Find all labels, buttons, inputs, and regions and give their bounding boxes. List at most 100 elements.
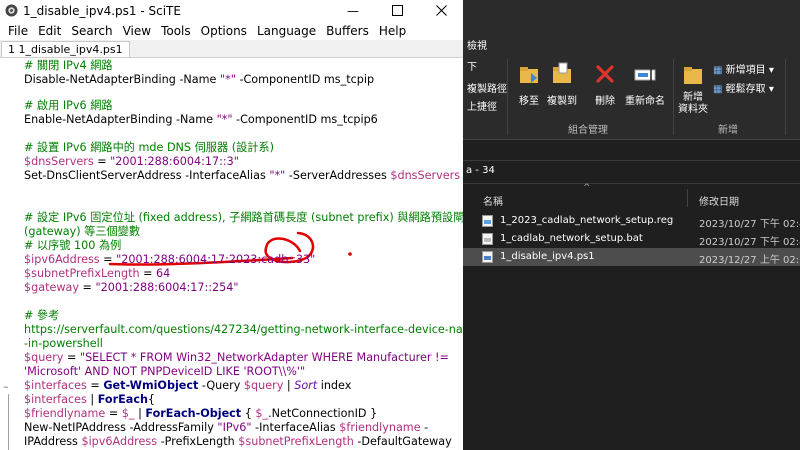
code-line: # 關閉 IPv4 網路 [24, 59, 113, 73]
fold-guide [8, 394, 9, 450]
code-token: = [93, 155, 111, 168]
fold-marker-icon[interactable]: – [3, 380, 13, 393]
code-token: -Query [198, 379, 244, 392]
menu-search[interactable]: Search [66, 24, 117, 38]
new-item-button[interactable]: ▦ 新增項目 ▾ [713, 61, 774, 76]
rename-icon [634, 67, 656, 83]
ribbon-separator [507, 59, 508, 135]
file-row[interactable]: 1_disable_ipv4.ps1 2023/12/27 上午 02:1 [463, 248, 800, 266]
easy-access-icon: ▦ [713, 84, 723, 95]
column-name[interactable]: 名稱 [483, 193, 503, 208]
code-token: (gateway) 等三個變數 [24, 225, 141, 238]
file-name: 1_disable_ipv4.ps1 [500, 251, 595, 262]
code-token: "*" [220, 73, 236, 86]
code-token: https://serverfault.com/questions/427234… [24, 323, 463, 336]
code-token: $friendlyname [339, 421, 421, 434]
code-token: -ServerAddresses [285, 169, 391, 182]
column-modified[interactable]: 修改日期 [699, 193, 739, 208]
menu-file[interactable]: File [3, 24, 33, 38]
code-token: -ComponentID ms_tcpip6 [232, 113, 378, 126]
close-icon[interactable] [419, 0, 463, 21]
code-token: = [63, 351, 80, 364]
code-token: # 參考 [24, 309, 60, 322]
code-token: $dnsServers [24, 155, 94, 168]
ribbon-separator [785, 59, 786, 135]
menu-view[interactable]: View [118, 24, 156, 38]
file-explorer-window: 檢視 下 複製路徑 上捷徑 移至 複製到 刪除 重新命名 新增 資料夾 ▦ 新增… [463, 0, 800, 450]
code-token: # 設置 IPv6 網路中的 mde DNS 伺服器 (設計系) [24, 141, 274, 154]
code-token: "SELECT * FROM Win32_NetworkAdapter WHER… [79, 351, 449, 364]
code-token: $subnetPrefixLength [238, 435, 354, 448]
code-token: .NetConnectionID } [268, 407, 378, 420]
delete-icon [596, 65, 614, 83]
buffer-tab-bar: 1 1_disable_ipv4.ps1 [0, 40, 463, 58]
code-token: $ipv6Address [24, 253, 100, 266]
new-item-icon: ▦ [713, 65, 723, 76]
code-token: = [78, 281, 96, 294]
code-line: IPAddress $ipv6Address -PrefixLength $su… [24, 435, 452, 449]
scite-window: 1_disable_ipv4.ps1 - SciTE — File Edit S… [0, 0, 463, 450]
code-token: | [283, 379, 295, 392]
menu-options[interactable]: Options [196, 24, 252, 38]
maximize-icon[interactable] [375, 0, 419, 21]
ribbon-group-new: 新增 [718, 125, 738, 136]
code-line: # 啟用 IPv6 網路 [24, 99, 113, 113]
code-line: New-NetIPAddress -AddressFamily "IPv6" -… [24, 421, 428, 435]
code-token: $dnsServers [390, 169, 461, 182]
ribbon-separator [673, 59, 674, 135]
menu-help[interactable]: Help [374, 24, 411, 38]
code-token: $interfaces [24, 393, 87, 406]
move-to-button[interactable]: 移至 [514, 61, 544, 107]
menu-edit[interactable]: Edit [33, 24, 66, 38]
code-token: IPAddress [24, 435, 82, 448]
code-token: $gateway [24, 281, 79, 294]
code-token: $_ [255, 407, 269, 420]
window-title: 1_disable_ipv4.ps1 - SciTE [23, 3, 181, 18]
easy-access-button[interactable]: ▦ 輕鬆存取 ▾ [713, 80, 774, 95]
menu-buffers[interactable]: Buffers [321, 24, 374, 38]
code-line: # 設置 IPv6 網路中的 mde DNS 伺服器 (設計系) [24, 141, 274, 155]
file-modified-date: 2023/10/27 下午 02:4 [699, 219, 800, 230]
code-token: -in-powershell [24, 337, 103, 350]
code-token: $subnetPrefixLength [24, 267, 140, 280]
scite-app-icon [5, 4, 18, 17]
menu-tools[interactable]: Tools [156, 24, 196, 38]
new-folder-button[interactable]: 新增 資料夾 [676, 61, 710, 116]
ribbon-copy-path-label[interactable]: 複製路徑 [467, 80, 507, 95]
title-bar: 1_disable_ipv4.ps1 - SciTE — [0, 0, 463, 21]
ribbon-tab-view[interactable]: 檢視 [467, 37, 487, 52]
move-to-icon [520, 67, 538, 83]
code-line: $subnetPrefixLength = 64 [24, 267, 170, 281]
code-line: (gateway) 等三個變數 [24, 225, 140, 239]
delete-label: 刪除 [595, 96, 615, 107]
code-token: ForEach-Object [145, 407, 242, 420]
buffer-tab[interactable]: 1 1_disable_ipv4.ps1 [1, 41, 130, 57]
code-token: $_ [121, 407, 135, 420]
code-token: index [317, 379, 352, 392]
code-line: # 參考 [24, 309, 59, 323]
address-bar[interactable]: a - 34 [463, 160, 800, 184]
code-editor[interactable]: – # 關閉 IPv4 網路 Disable-NetAdapterBinding … [0, 58, 463, 450]
code-token: "*" [269, 169, 286, 182]
file-name: 1_cadlab_network_setup.bat [500, 233, 643, 244]
code-token: = [139, 267, 157, 280]
code-token: # 關閉 IPv4 網路 [24, 59, 113, 72]
new-folder-icon [684, 67, 702, 84]
code-token: Set-DnsClientServerAddress -InterfaceAli… [24, 169, 270, 182]
code-token: $query [243, 379, 284, 392]
rename-button[interactable]: 重新命名 [621, 61, 669, 107]
minimize-icon[interactable]: — [331, 0, 375, 21]
code-token: "2001:288:6004:17::254" [95, 281, 239, 294]
code-token: "2001:288:6004:17:2023:cadb::33" [116, 253, 316, 266]
ribbon-paste-shortcut-label[interactable]: 上捷徑 [467, 98, 497, 113]
ribbon-cut-label[interactable]: 下 [467, 58, 477, 73]
code-line: $dnsServers = "2001:288:6004:17::3" [24, 155, 239, 169]
code-token: Get-WmiObject [103, 379, 199, 392]
copy-to-button[interactable]: 複製到 [545, 61, 579, 107]
file-row[interactable]: 1_2023_cadlab_network_setup.reg 2023/10/2… [463, 212, 800, 230]
column-divider [687, 189, 688, 207]
delete-button[interactable]: 刪除 [590, 61, 620, 107]
code-line: $query = "SELECT * FROM Win32_NetworkAda… [24, 351, 449, 365]
menu-language[interactable]: Language [252, 24, 321, 38]
file-row[interactable]: 1_cadlab_network_setup.bat 2023/10/27 下午 … [463, 230, 800, 248]
